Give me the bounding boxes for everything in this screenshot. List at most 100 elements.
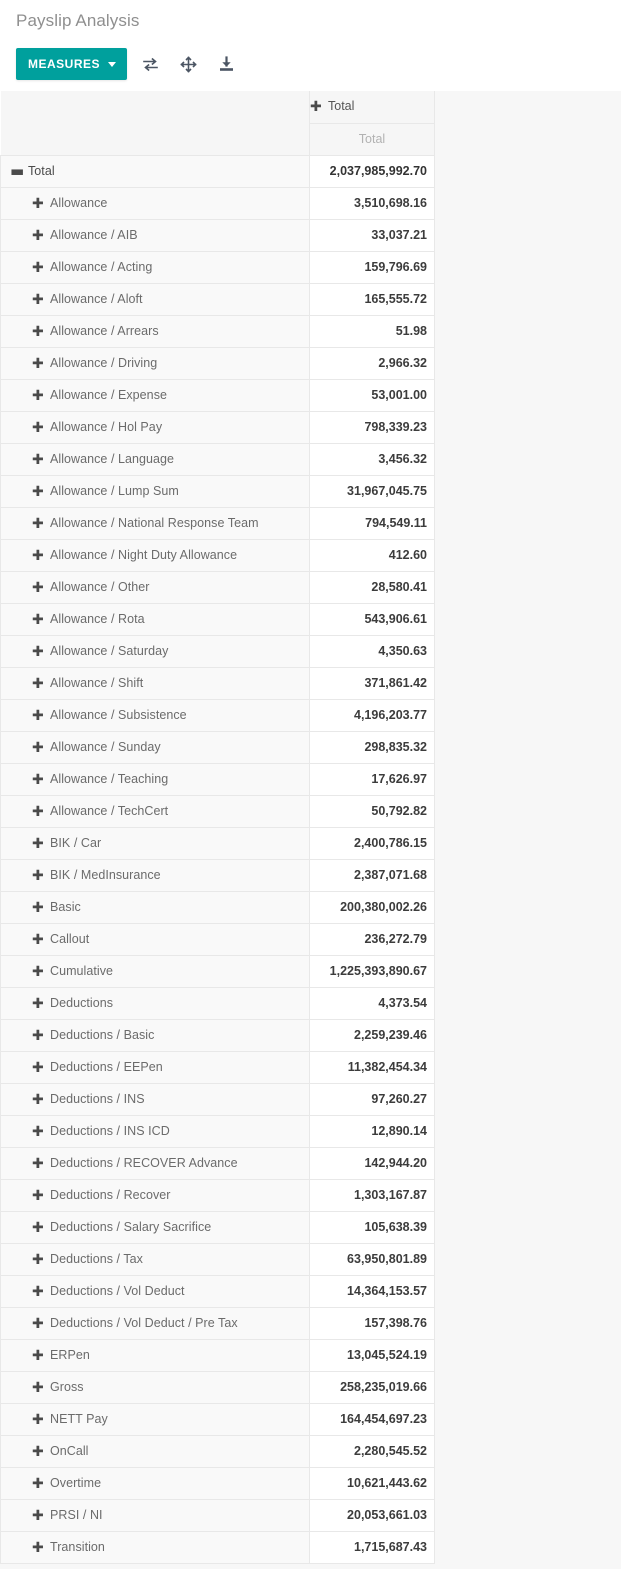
measures-button[interactable]: MEASURES	[16, 48, 128, 80]
row-value-cell[interactable]: 14,364,153.57	[309, 1275, 435, 1308]
expand-plus-icon: ✚	[32, 419, 44, 436]
row-value-cell[interactable]: 543,906.61	[309, 603, 435, 636]
row-label-cell[interactable]: ✚ Deductions / EEPen	[0, 1051, 310, 1084]
row-value-cell[interactable]: 794,549.11	[309, 507, 435, 540]
row-value-total[interactable]: 2,037,985,992.70	[309, 155, 435, 188]
row-value-cell[interactable]: 164,454,697.23	[309, 1403, 435, 1436]
row-label-cell[interactable]: ✚ OnCall	[0, 1435, 310, 1468]
row-value-cell[interactable]: 1,715,687.43	[309, 1531, 435, 1564]
row-value-cell[interactable]: 97,260.27	[309, 1083, 435, 1116]
row-value-cell[interactable]: 17,626.97	[309, 763, 435, 796]
row-label-cell[interactable]: ✚ BIK / Car	[0, 827, 310, 860]
row-label-cell[interactable]: ✚ Allowance / Sunday	[0, 731, 310, 764]
measures-button-label: MEASURES	[28, 57, 101, 71]
row-label-cell[interactable]: ✚ Allowance / Shift	[0, 667, 310, 700]
row-label-cell[interactable]: ✚ NETT Pay	[0, 1403, 310, 1436]
row-label-cell[interactable]: ✚ Deductions / Salary Sacrifice	[0, 1211, 310, 1244]
row-value-cell[interactable]: 53,001.00	[309, 379, 435, 412]
row-label-cell[interactable]: ✚ Allowance / Other	[0, 571, 310, 604]
row-label-cell[interactable]: ✚ Allowance / Saturday	[0, 635, 310, 668]
row-value-cell[interactable]: 371,861.42	[309, 667, 435, 700]
row-value-cell[interactable]: 50,792.82	[309, 795, 435, 828]
row-label-total[interactable]: ▬ Total	[0, 155, 310, 188]
row-value-cell[interactable]: 412.60	[309, 539, 435, 572]
row-value-cell[interactable]: 3,510,698.16	[309, 187, 435, 220]
download-xlsx-button[interactable]	[211, 49, 241, 79]
row-label-cell[interactable]: ✚ Basic	[0, 891, 310, 924]
row-label-cell[interactable]: ✚ PRSI / NI	[0, 1499, 310, 1532]
row-value-cell[interactable]: 10,621,443.62	[309, 1467, 435, 1500]
row-label-cell[interactable]: ✚ Allowance / Expense	[0, 379, 310, 412]
row-value-cell[interactable]: 51.98	[309, 315, 435, 348]
row-value-cell[interactable]: 12,890.14	[309, 1115, 435, 1148]
header-row-top: ✚ Total	[0, 91, 435, 124]
row-value-cell[interactable]: 2,259,239.46	[309, 1019, 435, 1052]
column-header-total[interactable]: ✚ Total	[309, 91, 435, 124]
row-label-cell[interactable]: ✚ Allowance / Driving	[0, 347, 310, 380]
row-value-cell[interactable]: 142,944.20	[309, 1147, 435, 1180]
row-label-cell[interactable]: ✚ Allowance / TechCert	[0, 795, 310, 828]
row-label-cell[interactable]: ✚ ERPen	[0, 1339, 310, 1372]
row-label-cell[interactable]: ✚ Deductions / Vol Deduct	[0, 1275, 310, 1308]
row-label-cell[interactable]: ✚ Allowance / Teaching	[0, 763, 310, 796]
row-label-cell[interactable]: ✚ Cumulative	[0, 955, 310, 988]
row-label-cell[interactable]: ✚ Allowance / Arrears	[0, 315, 310, 348]
row-label-cell[interactable]: ✚ Allowance / National Response Team	[0, 507, 310, 540]
row-label-cell[interactable]: ✚ Callout	[0, 923, 310, 956]
row-value-cell[interactable]: 28,580.41	[309, 571, 435, 604]
row-label-cell[interactable]: ✚ Allowance / Rota	[0, 603, 310, 636]
row-value-cell[interactable]: 258,235,019.66	[309, 1371, 435, 1404]
row-label-cell[interactable]: ✚ Allowance / Subsistence	[0, 699, 310, 732]
row-label-cell[interactable]: ✚ Allowance / AIB	[0, 219, 310, 252]
row-value-cell[interactable]: 63,950,801.89	[309, 1243, 435, 1276]
row-value-cell[interactable]: 4,196,203.77	[309, 699, 435, 732]
row-label-cell[interactable]: ✚ Deductions	[0, 987, 310, 1020]
row-value-cell[interactable]: 2,966.32	[309, 347, 435, 380]
row-label-cell[interactable]: ✚ Deductions / RECOVER Advance	[0, 1147, 310, 1180]
row-value-cell[interactable]: 33,037.21	[309, 219, 435, 252]
row-label-cell[interactable]: ✚ Deductions / Vol Deduct / Pre Tax	[0, 1307, 310, 1340]
flip-axis-button[interactable]	[135, 49, 165, 79]
row-value-cell[interactable]: 200,380,002.26	[309, 891, 435, 924]
row-label-cell[interactable]: ✚ Deductions / INS ICD	[0, 1115, 310, 1148]
row-value-cell[interactable]: 4,373.54	[309, 987, 435, 1020]
row-label-cell[interactable]: ✚ Deductions / INS	[0, 1083, 310, 1116]
row-label-cell[interactable]: ✚ Allowance / Night Duty Allowance	[0, 539, 310, 572]
row-value-cell[interactable]: 4,350.63	[309, 635, 435, 668]
row-label-cell[interactable]: ✚ Deductions / Basic	[0, 1019, 310, 1052]
row-value-cell[interactable]: 2,387,071.68	[309, 859, 435, 892]
row-label-cell[interactable]: ✚ Deductions / Tax	[0, 1243, 310, 1276]
row-value-cell[interactable]: 798,339.23	[309, 411, 435, 444]
row-label-cell[interactable]: ✚ Overtime	[0, 1467, 310, 1500]
row-value-cell[interactable]: 1,225,393,890.67	[309, 955, 435, 988]
row-value-cell[interactable]: 20,053,661.03	[309, 1499, 435, 1532]
row-value-cell[interactable]: 157,398.76	[309, 1307, 435, 1340]
row-value-cell[interactable]: 1,303,167.87	[309, 1179, 435, 1212]
column-subheader-total[interactable]: Total	[309, 123, 435, 156]
table-row: ✚ Deductions / Vol Deduct / Pre Tax 157,39…	[0, 1307, 435, 1340]
row-value-cell[interactable]: 165,555.72	[309, 283, 435, 316]
row-value-cell[interactable]: 159,796.69	[309, 251, 435, 284]
row-value-cell[interactable]: 2,400,786.15	[309, 827, 435, 860]
row-value-cell[interactable]: 298,835.32	[309, 731, 435, 764]
row-value-cell[interactable]: 105,638.39	[309, 1211, 435, 1244]
row-label-cell[interactable]: ✚ Gross	[0, 1371, 310, 1404]
row-label-cell[interactable]: ✚ Allowance / Aloft	[0, 283, 310, 316]
row-label-cell[interactable]: ✚ Deductions / Recover	[0, 1179, 310, 1212]
row-label-cell[interactable]: ✚ Allowance / Language	[0, 443, 310, 476]
table-row: ✚ Deductions / Vol Deduct 14,364,153.57	[0, 1275, 435, 1308]
row-value-cell[interactable]: 2,280,545.52	[309, 1435, 435, 1468]
row-value-cell[interactable]: 13,045,524.19	[309, 1339, 435, 1372]
expand-all-button[interactable]	[173, 49, 203, 79]
row-label-cell[interactable]: ✚ Transition	[0, 1531, 310, 1564]
row-label-cell[interactable]: ✚ Allowance	[0, 187, 310, 220]
row-label-cell[interactable]: ✚ Allowance / Hol Pay	[0, 411, 310, 444]
row-value-cell[interactable]: 31,967,045.75	[309, 475, 435, 508]
row-value-cell[interactable]: 236,272.79	[309, 923, 435, 956]
column-subheader-total-label: Total	[358, 132, 386, 146]
row-label-cell[interactable]: ✚ BIK / MedInsurance	[0, 859, 310, 892]
row-value-cell[interactable]: 11,382,454.34	[309, 1051, 435, 1084]
row-label-cell[interactable]: ✚ Allowance / Lump Sum	[0, 475, 310, 508]
row-label-cell[interactable]: ✚ Allowance / Acting	[0, 251, 310, 284]
row-value-cell[interactable]: 3,456.32	[309, 443, 435, 476]
